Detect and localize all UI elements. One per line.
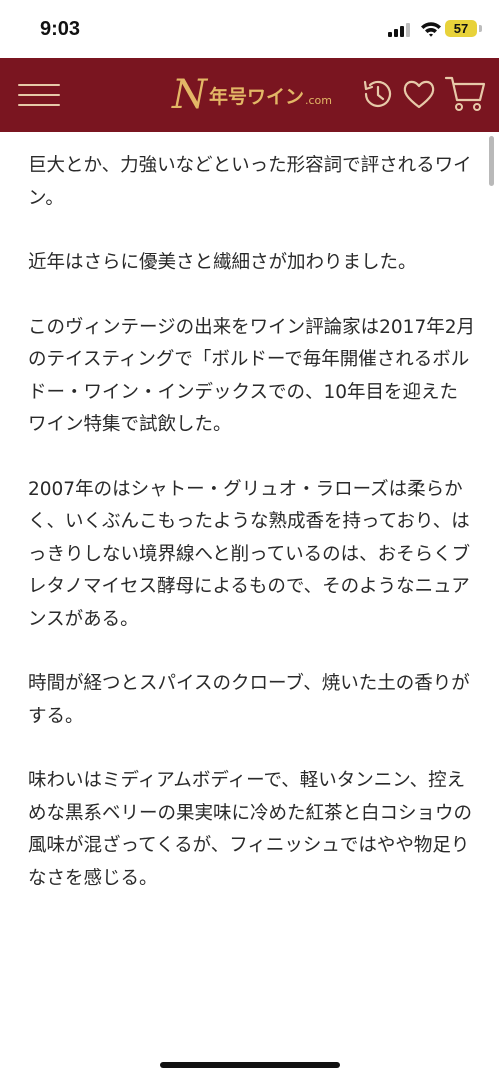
article-paragraph: 巨大とか、力強いなどといった形容詞で評されるワイン。	[28, 155, 472, 209]
site-logo[interactable]: N 年号ワイン .com	[172, 72, 332, 118]
article-paragraph: 近年はさらに優美さと繊細さが加わりました。	[28, 252, 417, 273]
battery-icon: 57	[445, 20, 477, 37]
status-bar: 9:03 57	[0, 0, 499, 58]
logo-letter: N	[172, 72, 207, 118]
wifi-icon	[421, 22, 441, 37]
cart-icon[interactable]	[444, 74, 486, 114]
home-indicator[interactable]	[160, 1062, 340, 1068]
status-time: 9:03	[40, 18, 81, 40]
article-paragraph: 味わいはミディアムボディーで、軽いタンニン、控えめな黒系ベリーの果実味に冷めた紅…	[28, 770, 473, 889]
logo-text: 年号ワイン	[209, 86, 305, 108]
logo-suffix: .com	[305, 94, 333, 107]
menu-icon[interactable]	[18, 78, 60, 110]
article-paragraph: 2007年のはシャトー・グリュオ・ラローズは柔らかく、いくぶんこもったような熟成…	[28, 478, 471, 630]
cellular-signal-icon	[388, 23, 410, 37]
scrollbar[interactable]	[489, 136, 494, 186]
site-header: N 年号ワイン .com	[0, 58, 499, 132]
article-paragraph: このヴィンテージの出来をワイン評論家は2017年2月のテイスティングで「ボルドー…	[28, 316, 475, 436]
article-body: 巨大とか、力強いなどといった形容詞で評されるワイン。 近年はさらに優美さと繊細さ…	[28, 150, 476, 927]
heart-icon[interactable]	[401, 76, 437, 112]
history-icon[interactable]	[360, 76, 396, 112]
article-paragraph: 時間が経つとスパイスのクローブ、焼いた土の香りがする。	[28, 673, 470, 727]
battery-tip	[479, 25, 482, 32]
